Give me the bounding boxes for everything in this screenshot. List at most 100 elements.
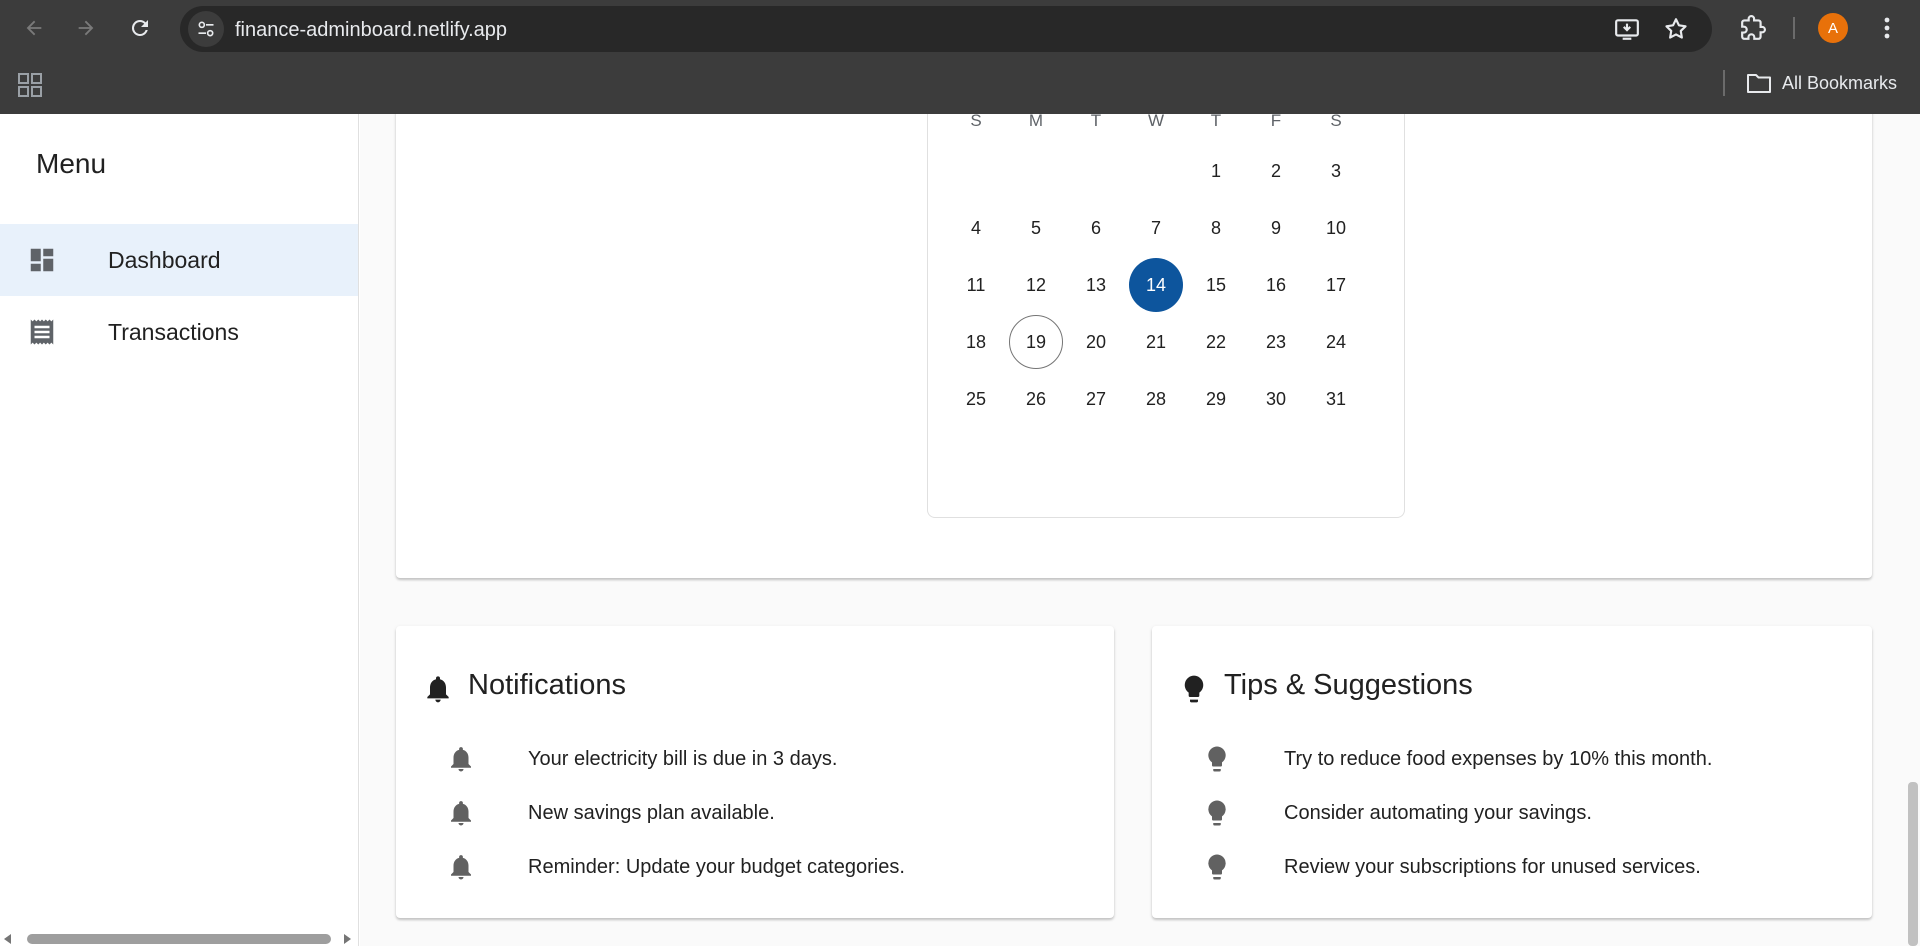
profile-avatar[interactable]: A (1818, 13, 1848, 43)
puzzle-icon (1741, 15, 1766, 40)
sidebar-item-transactions[interactable]: Transactions (0, 296, 358, 368)
calendar-day[interactable]: 16 (1249, 258, 1303, 312)
weekday-header: W (1147, 114, 1165, 130)
folder-icon (1747, 74, 1771, 93)
lightbulb-icon (1208, 854, 1226, 880)
calendar-day[interactable]: 12 (1009, 258, 1063, 312)
reload-icon (131, 19, 148, 36)
calendar-card: S M T W T F S 1 2 3 4 5 6 7 8 9 10 11 12 13 14 15 16 17 18 19 20 21… (396, 114, 1872, 578)
calendar-day[interactable]: 5 (1009, 201, 1063, 255)
url-text[interactable]: finance-adminboard.netlify.app (235, 19, 507, 42)
calendar-day[interactable]: 30 (1249, 372, 1303, 426)
dashboard-icon (26, 244, 58, 276)
tip-text: Try to reduce food expenses by 10% this … (1284, 748, 1713, 770)
toolbar-divider (1793, 17, 1795, 39)
tips-title: Tips & Suggestions (1224, 669, 1473, 701)
weekday-header: M (1028, 114, 1044, 130)
calendar-day[interactable]: 8 (1189, 201, 1243, 255)
sidebar-item-dashboard[interactable]: Dashboard (0, 224, 358, 296)
forward-arrow-icon (78, 20, 94, 36)
calendar-day[interactable]: 22 (1189, 315, 1243, 369)
lightbulb-icon (1208, 800, 1226, 826)
notification-item: Your electricity bill is due in 3 days. (396, 734, 1114, 788)
weekday-header: T (1210, 114, 1222, 130)
address-bar[interactable]: finance-adminboard.netlify.app (180, 6, 1712, 52)
calendar-day-today[interactable]: 19 (1009, 315, 1063, 369)
calendar-day[interactable]: 28 (1129, 372, 1183, 426)
extensions-button[interactable] (1737, 12, 1769, 44)
weekday-header: T (1090, 114, 1102, 130)
bell-icon (427, 676, 449, 703)
calendar-day[interactable]: 31 (1309, 372, 1363, 426)
notification-text: Your electricity bill is due in 3 days. (528, 748, 838, 770)
apps-grid-icon[interactable] (17, 72, 43, 98)
calendar-day[interactable]: 15 (1189, 258, 1243, 312)
calendar-day[interactable]: 11 (949, 258, 1003, 312)
reload-button[interactable] (122, 10, 158, 46)
notification-text: New savings plan available. (528, 802, 775, 824)
all-bookmarks-label: All Bookmarks (1782, 72, 1898, 93)
tip-item: Review your subscriptions for unused ser… (1152, 842, 1872, 896)
calendar-day[interactable]: 20 (1069, 315, 1123, 369)
calendar-day[interactable]: 3 (1309, 144, 1363, 198)
calendar-day[interactable]: 27 (1069, 372, 1123, 426)
bell-icon (451, 855, 471, 880)
bookmark-star-button[interactable] (1662, 15, 1690, 43)
weekday-header: F (1270, 114, 1282, 130)
tip-text: Consider automating your savings. (1284, 802, 1592, 824)
notifications-title: Notifications (468, 669, 626, 701)
calendar-day[interactable]: 6 (1069, 201, 1123, 255)
notification-item: New savings plan available. (396, 788, 1114, 842)
bell-icon (451, 801, 471, 826)
tip-item: Try to reduce food expenses by 10% this … (1152, 734, 1872, 788)
sidebar-item-label: Dashboard (108, 246, 221, 273)
calendar-day[interactable]: 18 (949, 315, 1003, 369)
calendar-day-selected[interactable]: 14 (1129, 258, 1183, 312)
calendar-day[interactable]: 26 (1009, 372, 1063, 426)
weekday-header: S (970, 114, 982, 130)
forward-button[interactable] (68, 10, 104, 46)
calendar-day[interactable]: 29 (1189, 372, 1243, 426)
tips-card: Tips & Suggestions Try to reduce food ex… (1152, 626, 1872, 918)
browser-menu-button[interactable] (1872, 12, 1902, 44)
install-app-button[interactable] (1613, 15, 1641, 43)
sidebar: Menu Dashboard Transactions (0, 114, 359, 946)
all-bookmarks-button[interactable]: All Bookmarks (1746, 70, 1897, 96)
calendar-day[interactable]: 21 (1129, 315, 1183, 369)
back-button[interactable] (16, 10, 52, 46)
browser-toolbar: finance-adminboard.netlify.app A (0, 0, 1920, 56)
sidebar-item-label: Transactions (108, 318, 239, 345)
install-icon (1615, 19, 1639, 40)
notification-text: Reminder: Update your budget categories. (528, 856, 905, 878)
calendar-day[interactable]: 10 (1309, 201, 1363, 255)
calendar-day[interactable]: 24 (1309, 315, 1363, 369)
calendar: S M T W T F S 1 2 3 4 5 6 7 8 9 10 11 12 13 14 15 16 17 18 19 20 21… (927, 114, 1405, 518)
more-vert-icon (1884, 17, 1890, 39)
calendar-day[interactable]: 23 (1249, 315, 1303, 369)
scrollbar-thumb[interactable] (27, 934, 331, 944)
back-arrow-icon (26, 20, 42, 36)
calendar-day[interactable]: 13 (1069, 258, 1123, 312)
notification-item: Reminder: Update your budget categories. (396, 842, 1114, 896)
calendar-day[interactable]: 9 (1249, 201, 1303, 255)
page-scrollbar-thumb[interactable] (1908, 782, 1918, 946)
site-info-button[interactable] (188, 11, 224, 47)
sidebar-horizontal-scrollbar[interactable] (0, 930, 358, 946)
lightbulb-icon (1184, 675, 1204, 703)
scroll-left-icon[interactable] (4, 934, 12, 944)
calendar-day[interactable]: 25 (949, 372, 1003, 426)
bookmarks-bar (0, 56, 1920, 114)
calendar-day[interactable]: 2 (1249, 144, 1303, 198)
tip-item: Consider automating your savings. (1152, 788, 1872, 842)
scroll-right-icon[interactable] (343, 934, 351, 944)
bell-icon (451, 747, 471, 772)
calendar-day[interactable]: 1 (1189, 144, 1243, 198)
notifications-card: Notifications Your electricity bill is d… (396, 626, 1114, 918)
star-icon (1665, 18, 1687, 39)
receipt-icon (26, 316, 58, 348)
bookmarks-divider (1723, 70, 1725, 96)
main-content: S M T W T F S 1 2 3 4 5 6 7 8 9 10 11 12 13 14 15 16 17 18 19 20 21… (360, 114, 1920, 946)
calendar-day[interactable]: 4 (949, 201, 1003, 255)
calendar-day[interactable]: 17 (1309, 258, 1363, 312)
calendar-day[interactable]: 7 (1129, 201, 1183, 255)
